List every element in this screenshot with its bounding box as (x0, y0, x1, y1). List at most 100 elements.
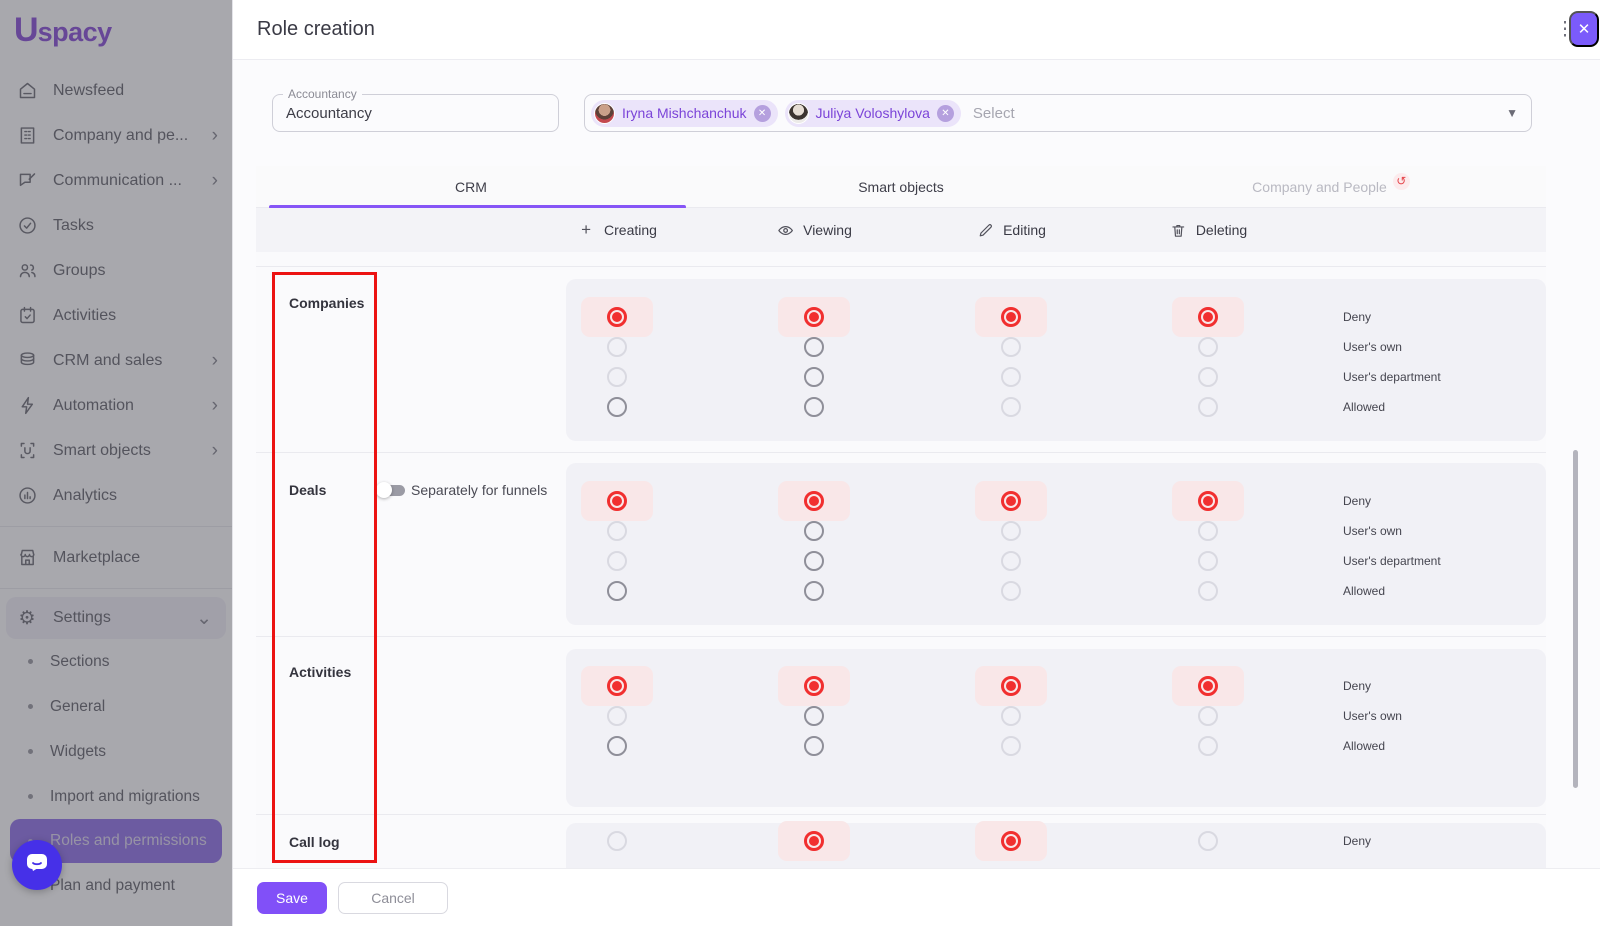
tab-crm[interactable]: CRM (256, 166, 686, 207)
role-creation-screen: Uspacy NewsfeedCompany and pe...›Communi… (0, 0, 1600, 926)
radio-editing-allowed[interactable] (1001, 581, 1021, 601)
radio-creating-user-s-department[interactable] (607, 551, 627, 571)
radio-editing-user-s-own[interactable] (1001, 337, 1021, 357)
radio-editing-deny[interactable] (1001, 491, 1021, 511)
member-chips: Iryna Mishchanchuk✕Juliya Voloshylova✕ (591, 100, 961, 127)
radio-viewing-deny[interactable] (804, 676, 824, 696)
option-label-allowed: Allowed (1343, 739, 1385, 753)
chat-bubble-icon (24, 851, 50, 880)
sidebar: Uspacy NewsfeedCompany and pe...›Communi… (0, 0, 232, 926)
cancel-button[interactable]: Cancel (338, 882, 448, 914)
radio-editing-user-s-department[interactable] (1001, 367, 1021, 387)
radio-viewing-user-s-department[interactable] (804, 367, 824, 387)
radio-creating-allowed[interactable] (607, 736, 627, 756)
avatar (594, 103, 615, 124)
radio-deleting-allowed[interactable] (1198, 736, 1218, 756)
radio-deleting-deny[interactable] (1198, 676, 1218, 696)
option-label-allowed: Allowed (1343, 400, 1385, 414)
radio-creating-allowed[interactable] (607, 397, 627, 417)
main-panel: Role creation ⋮ Accountancy Iryna Mishch… (232, 0, 1600, 926)
radio-deleting-user-s-own[interactable] (1198, 706, 1218, 726)
radio-deleting-user-s-department[interactable] (1198, 551, 1218, 571)
member-chip-iryna-mishchanchuk[interactable]: Iryna Mishchanchuk ✕ (591, 100, 778, 127)
radio-viewing-user-s-department[interactable] (804, 551, 824, 571)
radio-creating-allowed[interactable] (607, 581, 627, 601)
radio-viewing-allowed[interactable] (804, 736, 824, 756)
column-header-deleting: Deleting (1169, 208, 1247, 252)
radio-deleting-deny[interactable] (1198, 491, 1218, 511)
pencil-icon (976, 221, 994, 239)
member-chip-juliya-voloshylova[interactable]: Juliya Voloshylova✕ (785, 100, 961, 127)
tab-bar: CRM Smart objects Company and People↺ (256, 166, 1546, 208)
radio-editing-deny[interactable] (1001, 307, 1021, 327)
toggle-knob (376, 482, 392, 498)
permission-group-deals: DealsSeparately for funnelsDenyUser's ow… (256, 452, 1546, 636)
radio-creating-deny[interactable] (607, 676, 627, 696)
remove-member-icon[interactable]: ✕ (754, 105, 771, 122)
radio-creating-deny[interactable] (607, 491, 627, 511)
funnels-toggle[interactable] (376, 482, 406, 498)
avatar (788, 103, 809, 124)
permission-group-call-log: Call log Deny (256, 814, 1546, 868)
radio-editing-user-s-own[interactable] (1001, 706, 1021, 726)
option-label-deny: Deny (1343, 494, 1371, 508)
sidebar-close-button[interactable]: ✕ (1569, 11, 1599, 47)
sidebar-dim-overlay (0, 0, 232, 926)
permission-column-header: +CreatingViewingEditingDeleting (256, 208, 1546, 252)
option-label-deny: Deny (1343, 679, 1371, 693)
column-header-label: Deleting (1196, 222, 1247, 238)
radio-viewing-deny[interactable] (804, 831, 824, 851)
permission-group-activities: ActivitiesDenyUser's ownAllowed (256, 636, 1546, 814)
member-chip-label: Iryna Mishchanchuk (622, 105, 747, 121)
radio-editing-allowed[interactable] (1001, 736, 1021, 756)
permission-panel: DenyUser's ownUser's departmentAllowed (566, 463, 1546, 625)
radio-creating-deny[interactable] (607, 307, 627, 327)
radio-viewing-deny[interactable] (804, 307, 824, 327)
radio-deleting-deny[interactable] (1198, 831, 1218, 851)
radio-editing-allowed[interactable] (1001, 397, 1021, 417)
radio-deleting-user-s-own[interactable] (1198, 521, 1218, 541)
funnels-toggle-label: Separately for funnels (411, 482, 547, 498)
option-label-deny: Deny (1343, 310, 1371, 324)
tab-smart-objects[interactable]: Smart objects (686, 166, 1116, 207)
radio-deleting-user-s-department[interactable] (1198, 367, 1218, 387)
tab-company-and-people[interactable]: Company and People↺ (1116, 166, 1546, 207)
radio-creating-user-s-own[interactable] (607, 706, 627, 726)
permission-panel: Deny (566, 823, 1546, 868)
radio-creating-deny[interactable] (607, 831, 627, 851)
radio-editing-deny[interactable] (1001, 676, 1021, 696)
radio-editing-user-s-department[interactable] (1001, 551, 1021, 571)
plus-icon: + (577, 221, 595, 239)
radio-deleting-allowed[interactable] (1198, 581, 1218, 601)
radio-deleting-allowed[interactable] (1198, 397, 1218, 417)
radio-creating-user-s-own[interactable] (607, 521, 627, 541)
vertical-scrollbar-thumb[interactable] (1573, 450, 1578, 788)
column-header-creating: +Creating (577, 208, 657, 252)
radio-viewing-user-s-own[interactable] (804, 706, 824, 726)
permission-panel: DenyUser's ownUser's departmentAllowed (566, 279, 1546, 441)
radio-viewing-allowed[interactable] (804, 397, 824, 417)
eye-icon (776, 221, 794, 239)
permission-row-label: Call log (289, 834, 340, 850)
radio-editing-user-s-own[interactable] (1001, 521, 1021, 541)
radio-viewing-allowed[interactable] (804, 581, 824, 601)
permission-row-label: Companies (289, 295, 364, 311)
tab-label: Smart objects (858, 179, 944, 195)
members-select[interactable]: Iryna Mishchanchuk✕Juliya Voloshylova✕ S… (584, 94, 1532, 132)
radio-creating-user-s-own[interactable] (607, 337, 627, 357)
chat-launcher-button[interactable] (12, 840, 62, 890)
radio-viewing-user-s-own[interactable] (804, 337, 824, 357)
radio-creating-user-s-department[interactable] (607, 367, 627, 387)
radio-viewing-user-s-own[interactable] (804, 521, 824, 541)
radio-deleting-deny[interactable] (1198, 307, 1218, 327)
radio-editing-deny[interactable] (1001, 831, 1021, 851)
remove-member-icon[interactable]: ✕ (937, 105, 954, 122)
permission-panel: DenyUser's ownAllowed (566, 649, 1546, 807)
save-button[interactable]: Save (257, 882, 327, 914)
radio-deleting-user-s-own[interactable] (1198, 337, 1218, 357)
radio-viewing-deny[interactable] (804, 491, 824, 511)
column-header-viewing: Viewing (776, 208, 852, 252)
tab-label: CRM (455, 179, 487, 195)
select-placeholder: Select (973, 105, 1015, 122)
option-label-deny: Deny (1343, 834, 1371, 848)
